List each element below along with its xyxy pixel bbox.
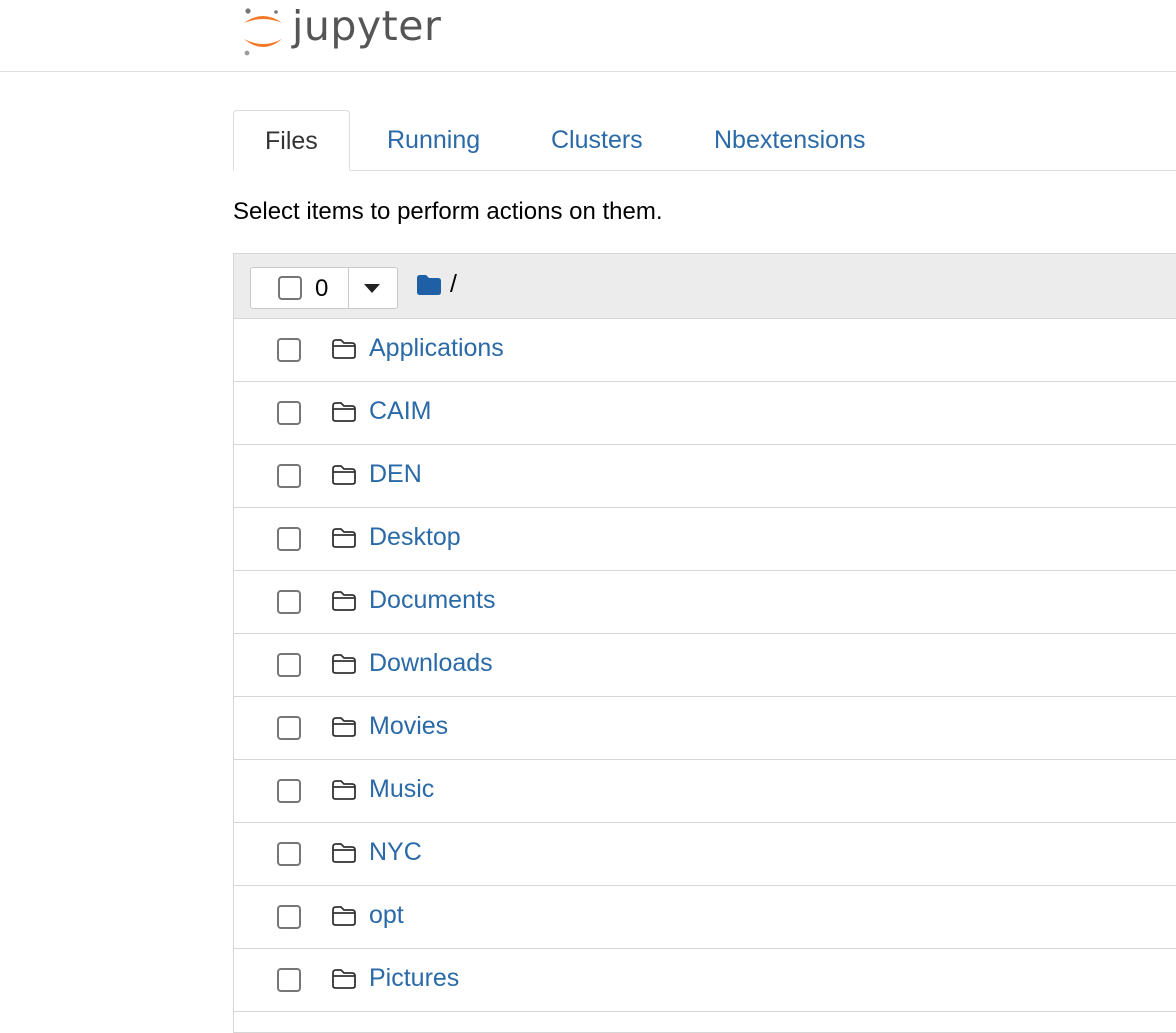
file-list-header: 0 / [234,254,1176,319]
item-link[interactable]: DEN [369,460,422,489]
item-checkbox[interactable] [277,527,301,551]
list-item[interactable]: CAIM [234,382,1176,445]
folder-outline-icon [332,654,356,674]
instructions-text: Select items to perform actions on them. [233,198,663,225]
list-item[interactable]: Downloads [234,634,1176,697]
folder-outline-icon [332,906,356,926]
tab-running[interactable]: Running [387,110,480,170]
logo-text: jupyter [292,1,442,50]
item-link[interactable]: Documents [369,586,495,615]
list-item[interactable]: opt [234,886,1176,949]
item-link[interactable]: NYC [369,838,422,867]
item-link[interactable]: Applications [369,334,504,363]
tab-clusters[interactable]: Clusters [551,110,643,170]
folder-outline-icon [332,843,356,863]
item-link[interactable]: Pictures [369,964,459,993]
selection-button-group: 0 [250,267,398,309]
item-link[interactable]: opt [369,901,404,930]
folder-outline-icon [332,465,356,485]
jupyter-logo[interactable]: jupyter [240,3,441,59]
item-checkbox[interactable] [277,716,301,740]
item-checkbox[interactable] [277,779,301,803]
tab-bar: Files Running Clusters Nbextensions [233,110,1176,171]
folder-outline-icon [332,402,356,422]
folder-outline-icon [332,717,356,737]
folder-outline-icon [332,528,356,548]
select-all-checkbox[interactable] [278,276,302,300]
folder-solid-icon[interactable] [416,274,442,296]
item-checkbox[interactable] [277,464,301,488]
header-bar: jupyter [0,0,1176,72]
select-all-button[interactable]: 0 [251,268,349,308]
breadcrumb: / [416,272,457,297]
file-list: 0 / Applications CAIM DEN Desktop Docume… [233,253,1176,1033]
item-checkbox[interactable] [277,905,301,929]
item-link[interactable]: Desktop [369,523,461,552]
list-item[interactable]: DEN [234,445,1176,508]
folder-outline-icon [332,780,356,800]
tab-files[interactable]: Files [233,110,350,171]
item-checkbox[interactable] [277,842,301,866]
caret-down-icon [364,284,380,293]
list-item[interactable]: Movies [234,697,1176,760]
item-checkbox[interactable] [277,968,301,992]
list-item[interactable]: Applications [234,319,1176,382]
item-checkbox[interactable] [277,653,301,677]
list-item[interactable]: NYC [234,823,1176,886]
list-item[interactable]: Documents [234,571,1176,634]
selected-count: 0 [315,275,329,302]
folder-outline-icon [332,591,356,611]
tab-nbextensions[interactable]: Nbextensions [714,110,865,170]
item-link[interactable]: Music [369,775,434,804]
list-item[interactable]: Desktop [234,508,1176,571]
selection-dropdown-button[interactable] [349,268,397,308]
item-checkbox[interactable] [277,401,301,425]
item-link[interactable]: Downloads [369,649,493,678]
folder-outline-icon [332,969,356,989]
breadcrumb-root[interactable]: / [450,272,457,297]
list-item[interactable]: Music [234,760,1176,823]
item-checkbox[interactable] [277,590,301,614]
item-checkbox[interactable] [277,338,301,362]
list-item[interactable]: Pictures [234,949,1176,1012]
folder-outline-icon [332,339,356,359]
jupyter-logo-icon [244,8,282,56]
item-link[interactable]: CAIM [369,397,432,426]
item-link[interactable]: Movies [369,712,448,741]
